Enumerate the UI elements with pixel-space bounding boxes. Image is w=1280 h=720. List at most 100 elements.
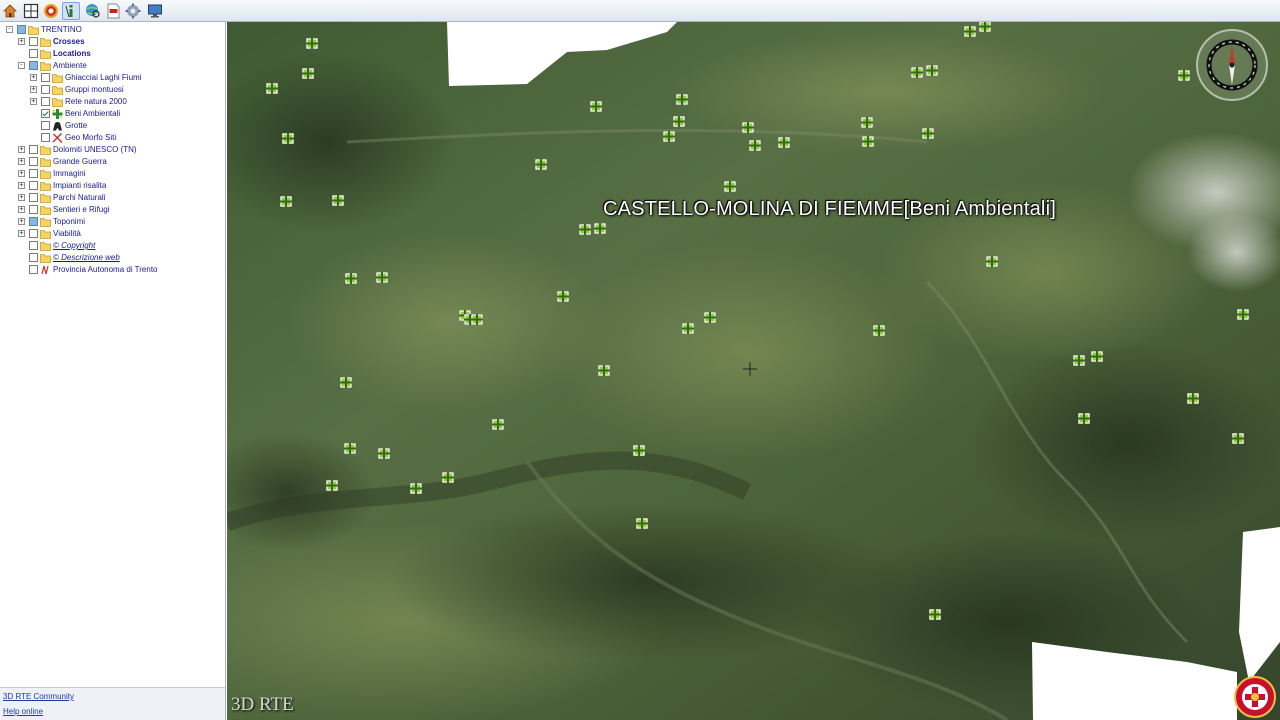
beni-ambientali-marker-icon[interactable] xyxy=(409,481,423,495)
expand-icon[interactable]: + xyxy=(18,146,25,153)
beni-ambientali-marker-icon[interactable] xyxy=(265,81,279,95)
beni-ambientali-marker-icon[interactable] xyxy=(1072,353,1086,367)
help-online-link[interactable]: Help online xyxy=(3,707,43,716)
layer-checkbox[interactable] xyxy=(41,73,50,82)
expand-icon[interactable]: + xyxy=(18,38,25,45)
beni-ambientali-marker-icon[interactable] xyxy=(593,221,607,235)
beni-ambientali-marker-icon[interactable] xyxy=(681,321,695,335)
layer-checkbox[interactable] xyxy=(29,253,38,262)
layer-checkbox[interactable] xyxy=(29,181,38,190)
beni-ambientali-marker-icon[interactable] xyxy=(748,138,762,152)
layer-checkbox[interactable] xyxy=(29,241,38,250)
beni-ambientali-marker-icon[interactable] xyxy=(1177,68,1191,82)
tree-item-sentieri-e-rifugi[interactable]: + Sentieri e Rifugi xyxy=(0,204,224,216)
beni-ambientali-marker-icon[interactable] xyxy=(872,323,886,337)
tree-item-ghiacciai-laghi-fiumi[interactable]: + Ghiacciai Laghi Fiumi xyxy=(0,72,224,84)
layer-checkbox[interactable] xyxy=(29,61,38,70)
expand-icon[interactable]: + xyxy=(18,206,25,213)
beni-ambientali-marker-icon[interactable] xyxy=(963,24,977,38)
expand-icon[interactable]: + xyxy=(18,170,25,177)
beni-ambientali-marker-icon[interactable] xyxy=(860,115,874,129)
beni-ambientali-marker-icon[interactable] xyxy=(597,363,611,377)
expand-icon[interactable]: + xyxy=(30,86,37,93)
beni-ambientali-marker-icon[interactable] xyxy=(339,375,353,389)
beni-ambientali-marker-icon[interactable] xyxy=(344,271,358,285)
layer-checkbox[interactable] xyxy=(29,229,38,238)
tree-item-geo-morfo-siti[interactable]: Geo Morfo Siti xyxy=(0,132,224,144)
beni-ambientali-marker-icon[interactable] xyxy=(305,36,319,50)
expand-icon[interactable]: + xyxy=(18,182,25,189)
beni-ambientali-marker-icon[interactable] xyxy=(703,310,717,324)
expand-icon[interactable]: + xyxy=(18,194,25,201)
tree-item-grotte[interactable]: Grotte xyxy=(0,120,224,132)
beni-ambientali-marker-icon[interactable] xyxy=(491,417,505,431)
beni-ambientali-marker-icon[interactable] xyxy=(723,179,737,193)
globe-search-icon[interactable] xyxy=(84,2,102,20)
beni-ambientali-marker-icon[interactable] xyxy=(861,134,875,148)
tree-item-locations[interactable]: Locations xyxy=(0,48,224,60)
compass-icon[interactable] xyxy=(1195,28,1269,102)
beni-ambientali-marker-icon[interactable] xyxy=(632,443,646,457)
screen-icon[interactable] xyxy=(146,2,164,20)
tree-item-beni-ambientali[interactable]: Beni Ambientali xyxy=(0,108,224,120)
tree-item-dolomiti-unesco-tn[interactable]: + Dolomiti UNESCO (TN) xyxy=(0,144,224,156)
beni-ambientali-marker-icon[interactable] xyxy=(1236,307,1250,321)
beni-ambientali-marker-icon[interactable] xyxy=(301,66,315,80)
beni-ambientali-marker-icon[interactable] xyxy=(985,254,999,268)
beni-ambientali-marker-icon[interactable] xyxy=(441,470,455,484)
tree-item-gruppi-montuosi[interactable]: + Gruppi montuosi xyxy=(0,84,224,96)
layer-checkbox[interactable] xyxy=(41,97,50,106)
beni-ambientali-marker-icon[interactable] xyxy=(921,126,935,140)
tree-item-immagini[interactable]: + Immagini xyxy=(0,168,224,180)
target-icon[interactable] xyxy=(42,2,60,20)
beni-ambientali-marker-icon[interactable] xyxy=(281,131,295,145)
beni-ambientali-marker-icon[interactable] xyxy=(1090,349,1104,363)
beni-ambientali-marker-icon[interactable] xyxy=(1077,411,1091,425)
beni-ambientali-marker-icon[interactable] xyxy=(978,22,992,33)
grid-view-icon[interactable] xyxy=(22,2,40,20)
beni-ambientali-marker-icon[interactable] xyxy=(1231,431,1245,445)
info-cursor-icon[interactable] xyxy=(62,2,80,20)
collapse-icon[interactable]: - xyxy=(18,62,25,69)
beni-ambientali-marker-icon[interactable] xyxy=(1186,391,1200,405)
community-link[interactable]: 3D RTE Community xyxy=(3,692,74,701)
layer-checkbox[interactable] xyxy=(29,145,38,154)
beni-ambientali-marker-icon[interactable] xyxy=(589,99,603,113)
beni-ambientali-marker-icon[interactable] xyxy=(325,478,339,492)
map-viewport[interactable]: CASTELLO-MOLINA DI FIEMME[Beni Ambiental… xyxy=(227,22,1280,720)
tree-item-rete-natura-2000[interactable]: + Rete natura 2000 xyxy=(0,96,224,108)
beni-ambientali-marker-icon[interactable] xyxy=(672,114,686,128)
beni-ambientali-marker-icon[interactable] xyxy=(662,129,676,143)
layer-checkbox[interactable] xyxy=(29,205,38,214)
settings-icon[interactable] xyxy=(124,2,142,20)
expand-icon[interactable]: + xyxy=(30,74,37,81)
pdf-export-icon[interactable] xyxy=(104,2,122,20)
collapse-icon[interactable]: - xyxy=(6,26,13,33)
beni-ambientali-marker-icon[interactable] xyxy=(928,607,942,621)
tree-item-ambiente[interactable]: - Ambiente xyxy=(0,60,224,72)
layer-checkbox[interactable] xyxy=(29,265,38,274)
home-icon[interactable] xyxy=(1,2,19,20)
tree-item-grande-guerra[interactable]: + Grande Guerra xyxy=(0,156,224,168)
beni-ambientali-marker-icon[interactable] xyxy=(343,441,357,455)
layer-checkbox[interactable] xyxy=(41,85,50,94)
beni-ambientali-marker-icon[interactable] xyxy=(741,120,755,134)
tree-item-toponimi[interactable]: + Toponimi xyxy=(0,216,224,228)
beni-ambientali-marker-icon[interactable] xyxy=(777,135,791,149)
tree-item-copyright[interactable]: © Copyright xyxy=(0,240,224,252)
beni-ambientali-marker-icon[interactable] xyxy=(556,289,570,303)
layer-checkbox[interactable] xyxy=(29,37,38,46)
layer-checkbox[interactable] xyxy=(29,217,38,226)
beni-ambientali-marker-icon[interactable] xyxy=(279,194,293,208)
expand-icon[interactable]: + xyxy=(18,230,25,237)
layer-checkbox[interactable] xyxy=(29,157,38,166)
expand-icon[interactable]: + xyxy=(18,218,25,225)
layer-checkbox[interactable] xyxy=(41,133,50,142)
beni-ambientali-marker-icon[interactable] xyxy=(675,92,689,106)
beni-ambientali-marker-icon[interactable] xyxy=(635,516,649,530)
tree-item-descrizione-web[interactable]: © Descrizione web xyxy=(0,252,224,264)
tree-item-viabilit[interactable]: + Viabilità xyxy=(0,228,224,240)
layer-checkbox[interactable] xyxy=(41,121,50,130)
beni-ambientali-marker-icon[interactable] xyxy=(578,222,592,236)
beni-ambientali-marker-icon[interactable] xyxy=(375,270,389,284)
